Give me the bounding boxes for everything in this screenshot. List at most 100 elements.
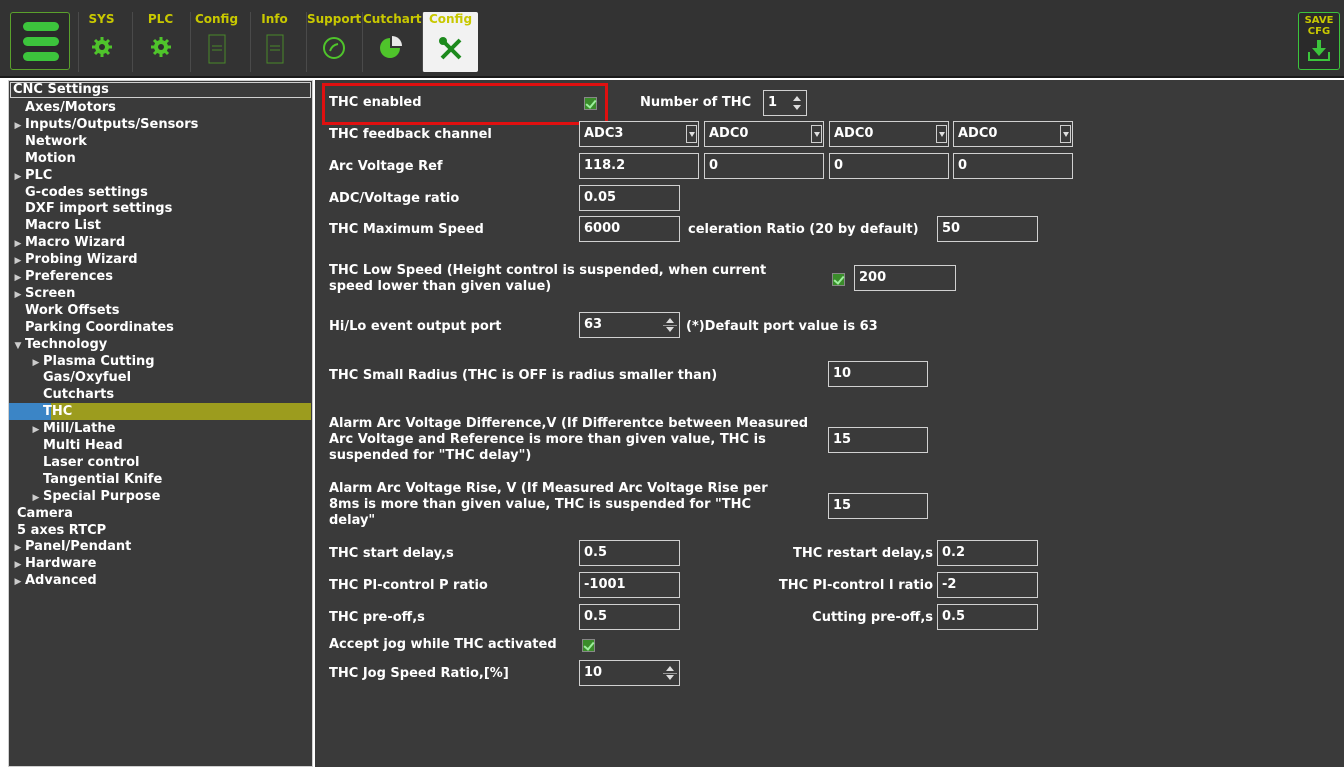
- select-value: ADC3: [584, 126, 624, 141]
- sidebar-item[interactable]: 5 axes RTCP: [9, 522, 311, 539]
- sidebar-item-label: Mill/Lathe: [43, 421, 116, 437]
- sidebar-item[interactable]: Macro List: [9, 217, 311, 234]
- adc-ratio-label: ADC/Voltage ratio: [329, 191, 460, 206]
- feedback-channel-select-4[interactable]: ADC0: [953, 121, 1073, 147]
- arc-voltage-ref-input-3[interactable]: 0: [829, 153, 949, 179]
- feedback-channel-select-3[interactable]: ADC0: [829, 121, 949, 147]
- tab-label: SYS: [88, 12, 115, 26]
- sidebar-item-label: Advanced: [25, 573, 97, 589]
- pi-p-input[interactable]: -1001: [579, 572, 680, 598]
- sidebar-item[interactable]: Laser control: [9, 454, 311, 471]
- sidebar-item[interactable]: Axes/Motors: [9, 99, 311, 116]
- tab-label: Cutchart: [363, 12, 422, 26]
- sidebar-item[interactable]: ▶ Probing Wizard: [9, 251, 311, 268]
- sidebar-item[interactable]: Tangential Knife: [9, 471, 311, 488]
- main-menu-button[interactable]: [10, 12, 70, 70]
- sidebar-item[interactable]: ▶ Hardware: [9, 555, 311, 572]
- sidebar-item[interactable]: DXF import settings: [9, 200, 311, 217]
- accel-ratio-input[interactable]: 50: [937, 216, 1038, 242]
- alarm-diff-input[interactable]: 15: [828, 427, 928, 453]
- tab-support[interactable]: Support: [306, 12, 361, 72]
- sidebar-item[interactable]: Multi Head: [9, 437, 311, 454]
- sidebar-item[interactable]: ▶ Screen: [9, 285, 311, 302]
- highlight-box: [322, 83, 608, 125]
- sidebar-item[interactable]: Camera: [9, 505, 311, 522]
- save-cfg-button[interactable]: SAVE CFG: [1298, 12, 1340, 70]
- tab-config[interactable]: Config: [422, 12, 478, 72]
- sidebar-item[interactable]: ▶ Plasma Cutting: [9, 353, 311, 370]
- expand-arrow-icon[interactable]: ▶: [11, 574, 25, 591]
- accept-jog-label: Accept jog while THC activated: [329, 637, 557, 652]
- sidebar-item-label: Macro List: [25, 218, 101, 234]
- pi-i-input[interactable]: -2: [937, 572, 1038, 598]
- jog-speed-spinner[interactable]: 10: [579, 660, 680, 686]
- alarm-diff-label: Alarm Arc Voltage Difference,V (If Diffe…: [329, 416, 809, 463]
- number-of-thc-spinner[interactable]: 1: [763, 90, 807, 116]
- tab-label: Config: [428, 12, 473, 26]
- hilo-port-label: Hi/Lo event output port: [329, 319, 502, 334]
- sidebar-item[interactable]: Work Offsets: [9, 302, 311, 319]
- sidebar-item[interactable]: Cutcharts: [9, 386, 311, 403]
- sidebar-item[interactable]: Parking Coordinates: [9, 319, 311, 336]
- alarm-rise-label: Alarm Arc Voltage Rise, V (If Measured A…: [329, 481, 768, 528]
- sidebar-item[interactable]: Network: [9, 133, 311, 150]
- accept-jog-checkbox[interactable]: [582, 639, 595, 652]
- start-delay-input[interactable]: 0.5: [579, 540, 680, 566]
- tab-info[interactable]: Info: [250, 12, 298, 72]
- tab-sys[interactable]: SYS: [78, 12, 124, 72]
- cutting-pre-off-input[interactable]: 0.5: [937, 604, 1038, 630]
- hilo-port-spinner[interactable]: 63: [579, 312, 680, 338]
- arc-voltage-ref-input-4[interactable]: 0: [953, 153, 1073, 179]
- feedback-channel-select-2[interactable]: ADC0: [704, 121, 824, 147]
- max-speed-input[interactable]: 6000: [579, 216, 680, 242]
- pre-off-input[interactable]: 0.5: [579, 604, 680, 630]
- sidebar-item[interactable]: ▶ Inputs/Outputs/Sensors: [9, 116, 311, 133]
- accel-ratio-label: celeration Ratio (20 by default): [688, 222, 919, 237]
- spinner-arrows-icon[interactable]: [664, 316, 676, 334]
- feedback-channel-select-1[interactable]: ADC3: [579, 121, 699, 147]
- restart-delay-label: THC restart delay,s: [792, 546, 933, 561]
- tab-cutchart[interactable]: Cutchart: [362, 12, 422, 72]
- cutting-pre-off-label: Cutting pre-off,s: [812, 610, 933, 625]
- spinner-arrows-icon[interactable]: [791, 94, 803, 112]
- low-speed-checkbox[interactable]: [832, 273, 845, 286]
- sidebar-item[interactable]: ▶ Preferences: [9, 268, 311, 285]
- document-icon: [208, 34, 225, 64]
- sidebar-item[interactable]: ▶ Advanced: [9, 572, 311, 589]
- sidebar-item[interactable]: ▶ Macro Wizard: [9, 234, 311, 251]
- sidebar-item[interactable]: ▼ Technology: [9, 336, 311, 353]
- chevron-down-icon: [686, 125, 697, 143]
- arc-voltage-ref-input-2[interactable]: 0: [704, 153, 824, 179]
- save-label: CFG: [1307, 26, 1331, 37]
- sidebar-item[interactable]: ▶ Panel/Pendant: [9, 538, 311, 555]
- alarm-rise-input[interactable]: 15: [828, 493, 928, 519]
- tree-header: CNC Settings: [10, 82, 311, 98]
- pi-i-label: THC PI-control I ratio: [778, 578, 933, 593]
- low-speed-input[interactable]: 200: [854, 265, 956, 291]
- sidebar-item[interactable]: ▶ Special Purpose: [9, 488, 311, 505]
- select-value: ADC0: [834, 126, 874, 141]
- gear-icon: [91, 37, 112, 57]
- sidebar-item[interactable]: Gas/Oxyfuel: [9, 369, 311, 386]
- settings-tree: CNC Settings Axes/Motors ▶ Inputs/Outputs/…: [8, 80, 313, 767]
- sidebar-item[interactable]: ▶ PLC: [9, 167, 311, 184]
- sidebar-item[interactable]: THC: [9, 403, 311, 421]
- sidebar-item[interactable]: Motion: [9, 150, 311, 167]
- tab-label: Info: [261, 12, 288, 26]
- sidebar-item[interactable]: ▶ Mill/Lathe: [9, 420, 311, 437]
- spinner-arrows-icon[interactable]: [664, 664, 676, 682]
- restart-delay-input[interactable]: 0.2: [937, 540, 1038, 566]
- small-radius-input[interactable]: 10: [828, 361, 928, 387]
- hilo-port-hint: (*)Default port value is 63: [686, 319, 878, 334]
- sidebar-item-label: 5 axes RTCP: [17, 522, 107, 538]
- tab-plc[interactable]: PLC: [132, 12, 188, 72]
- sidebar-item-label: Preferences: [25, 269, 113, 284]
- sidebar-item[interactable]: G-codes settings: [9, 184, 311, 201]
- menu-bar-icon: [23, 37, 59, 46]
- adc-ratio-input[interactable]: 0.05: [579, 185, 680, 211]
- sidebar-item-label: Gas/Oxyfuel: [43, 370, 132, 386]
- hilo-port-value: 63: [584, 317, 603, 332]
- arc-voltage-ref-input-1[interactable]: 118.2: [579, 153, 699, 179]
- tab-config-old[interactable]: Config: [190, 12, 242, 72]
- sidebar-item-label: DXF import settings: [25, 201, 173, 217]
